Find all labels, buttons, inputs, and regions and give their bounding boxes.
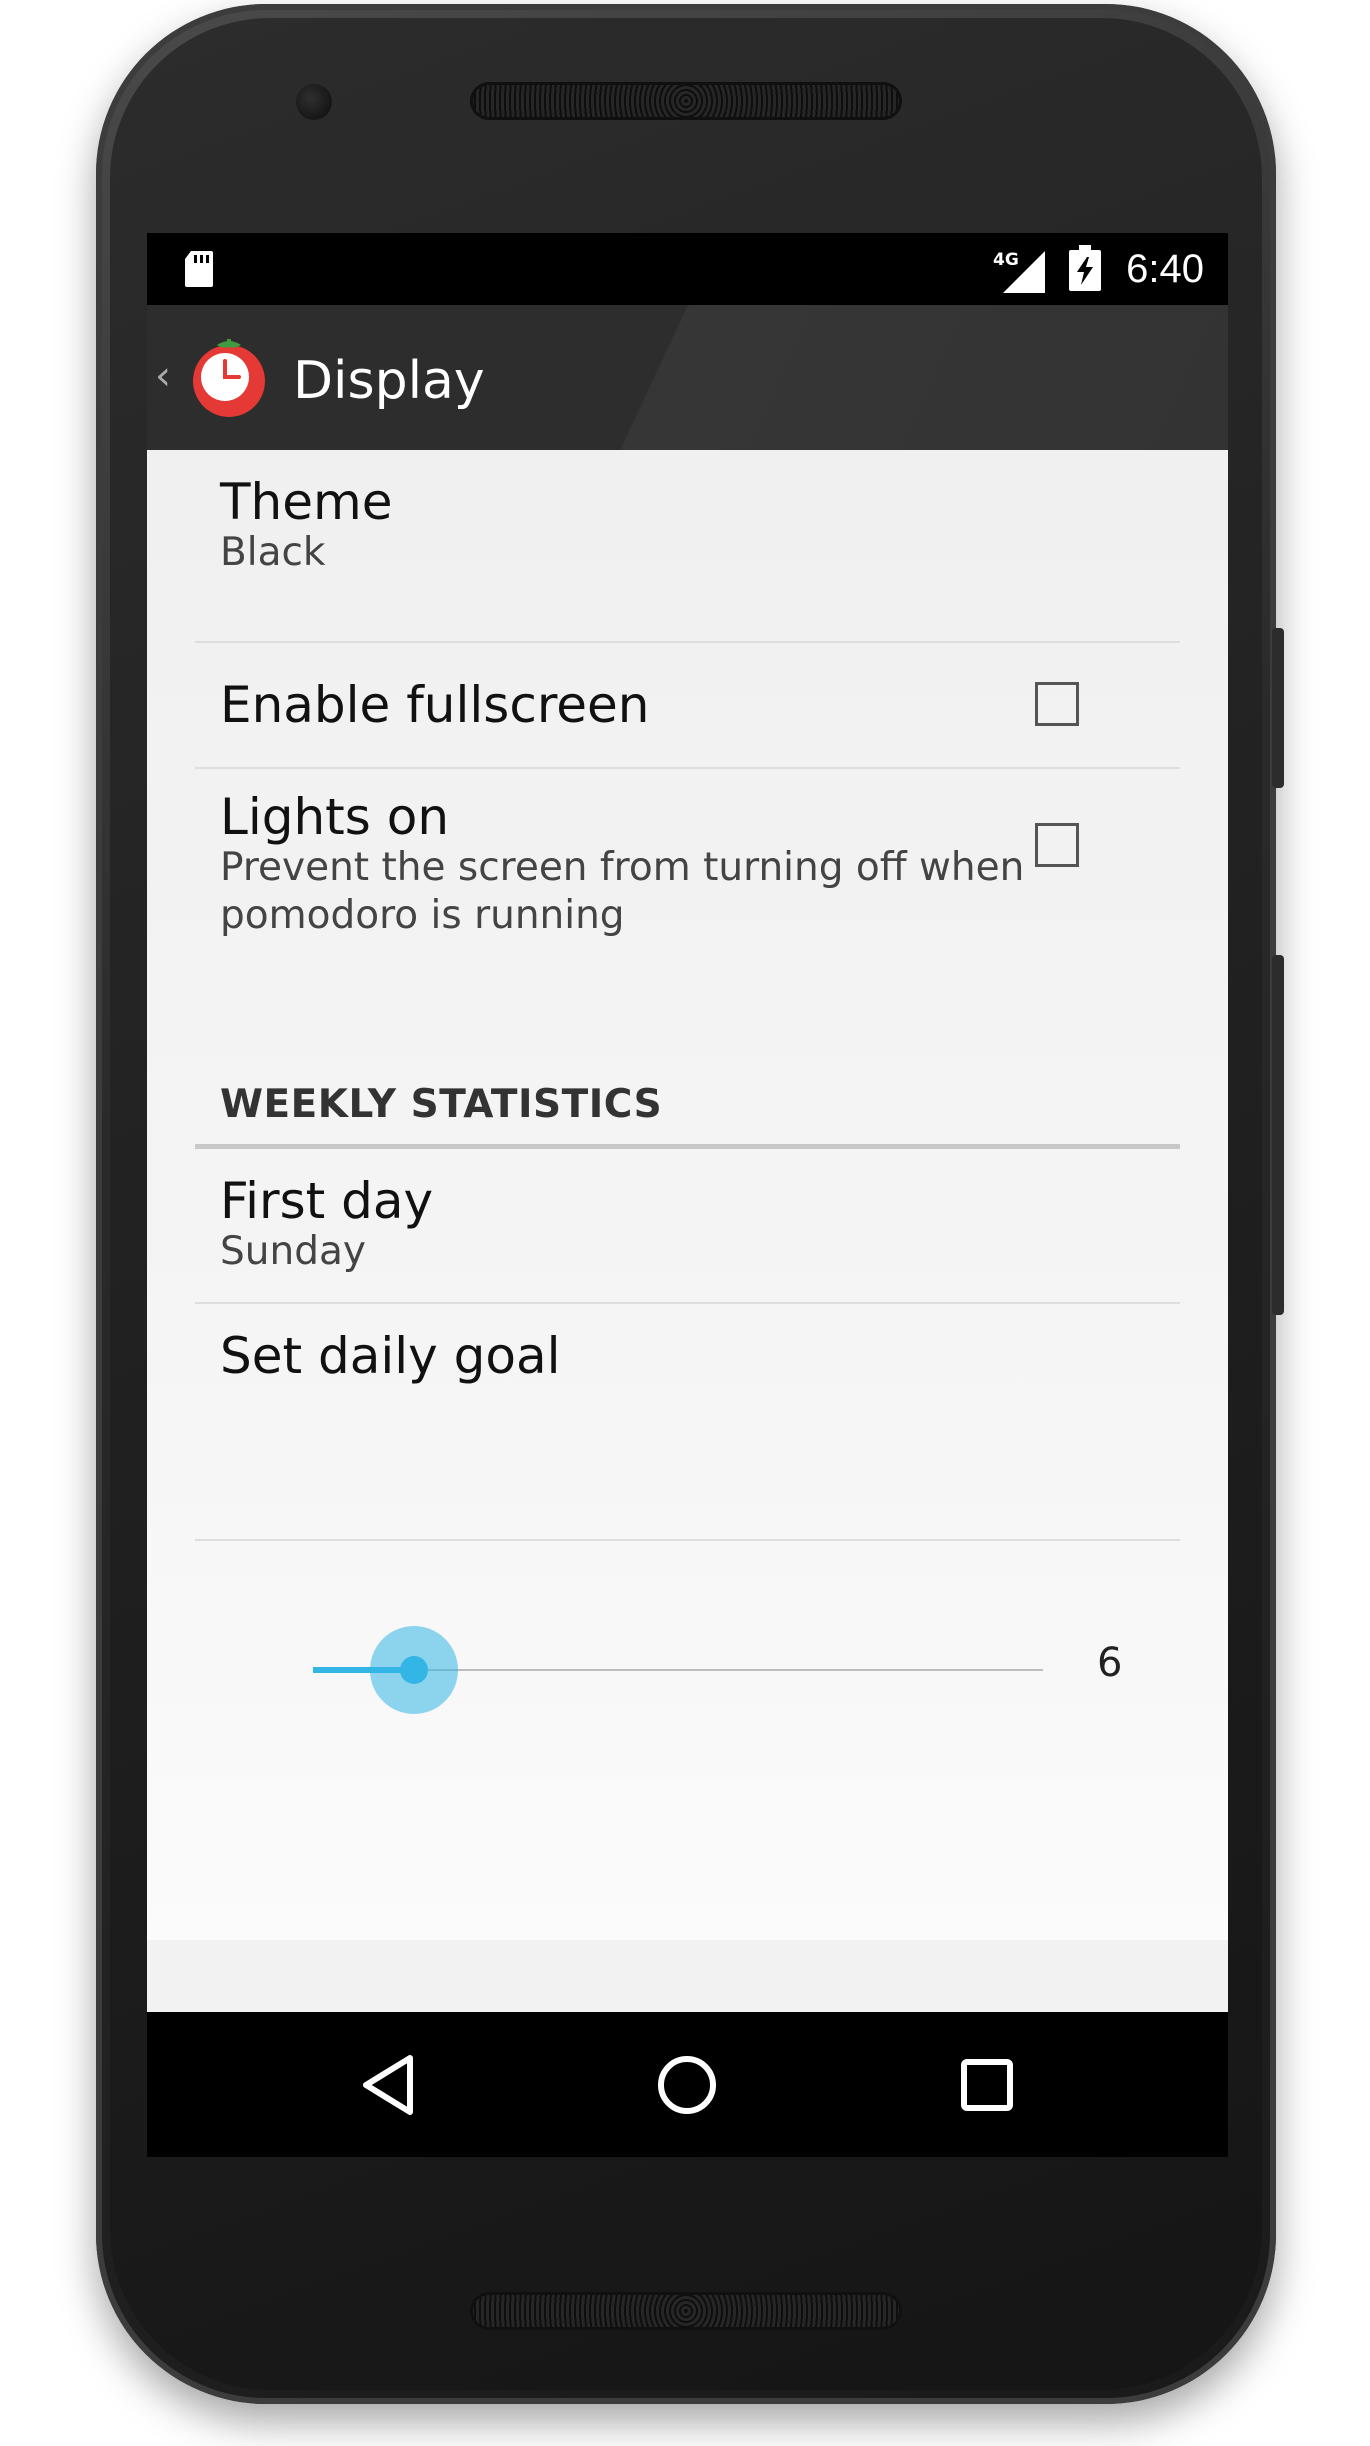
pref-title: First day xyxy=(220,1172,434,1230)
pref-summary: Black xyxy=(220,530,326,575)
page-title: Display xyxy=(293,351,485,411)
pref-theme[interactable]: Theme Black xyxy=(195,450,1180,643)
pref-title: Enable fullscreen xyxy=(220,676,650,734)
volume-button xyxy=(1272,955,1284,1315)
preferences-list: Theme Black Enable fullscreen Lights on … xyxy=(147,450,1228,1940)
slider-value: 6 xyxy=(1097,1640,1123,1686)
screen: 4G 6:40 ‹ Display Theme Black Enable ful… xyxy=(147,233,1228,2157)
fullscreen-checkbox[interactable] xyxy=(1035,682,1079,726)
navigation-bar xyxy=(147,2012,1228,2157)
bottom-speaker xyxy=(470,2292,902,2330)
pref-title: Theme xyxy=(220,473,393,531)
clock: 6:40 xyxy=(1126,247,1204,291)
pomodoro-app-icon[interactable] xyxy=(189,335,269,419)
pref-summary: Prevent the screen from turning off when xyxy=(220,845,1025,890)
battery-icon xyxy=(1069,245,1101,291)
pref-enable-fullscreen[interactable]: Enable fullscreen xyxy=(195,643,1180,769)
sd-card-icon xyxy=(185,251,213,287)
pref-title: Set daily goal xyxy=(220,1327,561,1385)
pref-first-day[interactable]: First day Sunday xyxy=(195,1149,1180,1304)
pref-daily-goal: Set daily goal xyxy=(195,1304,1180,1541)
nav-recents-icon[interactable] xyxy=(950,2048,1024,2122)
front-camera xyxy=(296,84,332,120)
power-button xyxy=(1272,628,1284,788)
pref-summary: pomodoro is running xyxy=(220,893,625,938)
category-header: WEEKLY STATISTICS xyxy=(220,1082,663,1127)
back-icon[interactable]: ‹ xyxy=(155,351,171,401)
pref-title: Lights on xyxy=(220,788,450,846)
signal-icon: 4G xyxy=(993,250,1045,293)
svg-text:4G: 4G xyxy=(993,250,1019,270)
pref-summary: Sunday xyxy=(220,1229,366,1274)
top-speaker xyxy=(470,82,902,120)
nav-back-icon[interactable] xyxy=(352,2048,426,2122)
nav-home-icon[interactable] xyxy=(650,2048,724,2122)
slider-thumb[interactable] xyxy=(400,1656,428,1684)
pref-lights-on[interactable]: Lights on Prevent the screen from turnin… xyxy=(195,769,1180,1078)
action-bar: ‹ Display xyxy=(147,305,1228,450)
status-bar: 4G 6:40 xyxy=(147,233,1228,305)
lights-on-checkbox[interactable] xyxy=(1035,823,1079,867)
